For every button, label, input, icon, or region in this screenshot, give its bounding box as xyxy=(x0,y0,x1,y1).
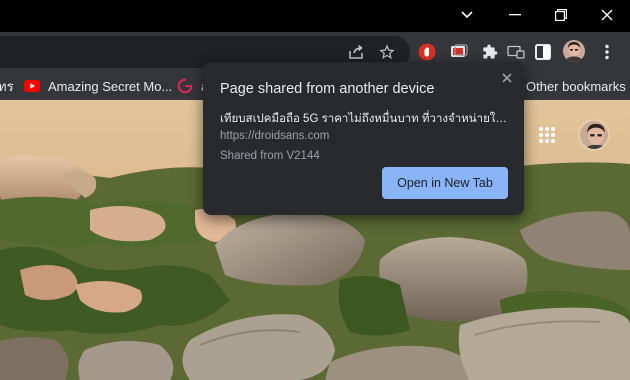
bookmark-label: ทร xyxy=(0,78,14,94)
shared-from-device: Shared from V2144 xyxy=(220,150,320,162)
restore-icon[interactable] xyxy=(538,0,584,30)
youtube-icon xyxy=(24,80,40,92)
other-bookmarks-label: Other bookmarks xyxy=(526,78,626,94)
bubble-title: Page shared from another device xyxy=(220,81,435,97)
shared-page-title: เทียบสเปคมือถือ 5G ราคาไม่ถึงหมื่นบาท ที… xyxy=(220,113,512,125)
bubble-close-icon[interactable] xyxy=(499,70,515,86)
bookmark-item-youtube[interactable]: Amazing Secret Mo... xyxy=(24,77,172,95)
puzzle-icon[interactable] xyxy=(480,42,500,62)
minimize-icon[interactable] xyxy=(492,0,538,30)
apps-grid-icon[interactable] xyxy=(539,127,555,143)
side-panel-icon[interactable] xyxy=(533,42,553,62)
title-bar xyxy=(0,0,630,32)
tab-search-chevron-down-icon[interactable] xyxy=(444,0,490,30)
close-icon[interactable] xyxy=(584,0,630,30)
bookmark-item-truncated[interactable]: ทร xyxy=(0,77,14,95)
g-icon xyxy=(177,78,193,94)
more-vert-icon[interactable] xyxy=(597,42,617,62)
extension-stop-icon[interactable] xyxy=(417,42,437,62)
shared-page-url: https://droidsans.com xyxy=(220,130,330,142)
share-icon[interactable] xyxy=(346,42,366,62)
bookmark-label: Amazing Secret Mo... xyxy=(48,78,173,94)
open-in-new-tab-button[interactable]: Open in New Tab xyxy=(382,167,508,199)
extension-screenshot-icon[interactable] xyxy=(449,42,469,62)
shared-page-bubble: Page shared from another device เทียบสเป… xyxy=(203,62,524,215)
media-icon[interactable] xyxy=(506,42,526,62)
profile-avatar[interactable] xyxy=(563,40,585,62)
ntp-profile-avatar[interactable] xyxy=(578,119,610,151)
star-icon[interactable] xyxy=(377,42,397,62)
other-bookmarks[interactable]: Other bookmarks xyxy=(526,77,626,95)
